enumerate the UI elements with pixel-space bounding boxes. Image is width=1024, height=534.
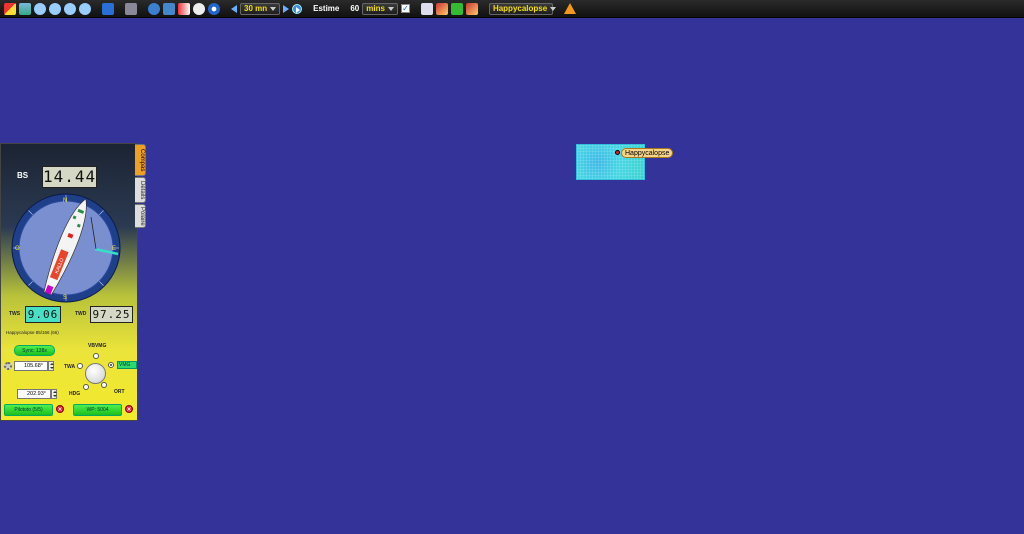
mode-knob[interactable] [85,363,106,384]
vmg-label: VMG [117,361,137,369]
compass-letter-e: E [112,246,116,252]
compass-letter-n: N [63,198,67,204]
pencil-icon[interactable] [435,2,448,15]
warning-icon[interactable] [563,3,576,14]
zoom-in-icon[interactable] [34,2,46,15]
twa-radio[interactable] [77,363,83,369]
vbvmg-label: VBVMG [88,343,107,349]
tws-label: TWS [9,311,21,317]
twd-display: 97.25 [90,306,133,323]
wrench-icon[interactable] [125,2,137,15]
vmg-radio[interactable] [108,362,114,368]
vbvmg-radio[interactable] [93,353,99,359]
estime-value[interactable]: 60 [350,4,359,13]
step-back-icon[interactable] [231,4,237,13]
compass-letter-s: S [63,295,67,301]
tab-compas[interactable]: Compas [135,144,146,176]
play-icon[interactable] [292,3,303,14]
chevron-down-icon [270,6,277,11]
twa-input[interactable]: 105.68° [14,361,48,371]
zoom-reset-icon[interactable] [79,2,91,15]
map-icon[interactable] [19,2,31,15]
twd-label: TWD [75,311,87,317]
ort-radio[interactable] [101,382,107,388]
ball-icon[interactable] [193,2,205,15]
boat-flag-icon[interactable] [4,2,16,15]
mail-icon[interactable] [420,2,433,15]
sync-button[interactable]: Sync: 138s [14,345,55,356]
wind-flag-icon[interactable] [178,2,190,15]
interval-select[interactable]: 30 mn [240,2,281,15]
twa-label: TWA [64,364,76,370]
pilototo-button[interactable]: Pilototo (5/5) [4,404,53,416]
panel-tabs: Compas Détails Polaire [135,144,146,229]
ruler-icon[interactable] [163,2,175,15]
boat-select[interactable]: Happycalopse [488,2,557,15]
zoom-out-icon[interactable] [49,2,61,15]
globe-icon[interactable] [148,2,160,15]
boat-info-text: Happycalopse 85/166 (66) [6,330,59,335]
gear-icon[interactable] [4,362,12,370]
hdg-spinner[interactable] [51,389,57,399]
pilototo-close-icon[interactable]: × [56,405,64,413]
boat-position-marker[interactable] [615,150,620,155]
boat-map-label[interactable]: Happycalopse [621,148,674,158]
estime-unit-select[interactable]: mins [362,2,398,15]
waypoint-button[interactable]: WP: 5004 [73,404,122,416]
estime-checkbox[interactable]: ✓ [400,4,410,13]
chart-icon[interactable] [450,2,463,15]
compass-dial[interactable]: O E S N KALLO [11,193,121,303]
estime-label: Estime [313,4,340,13]
ort-label: ORT [114,389,125,395]
hdg-label: HDG [69,391,81,397]
chevron-down-icon [387,6,394,11]
compass-letter-w: O [15,246,20,252]
main-toolbar: 30 mn Estime 60 mins ✓ Happycalopse [0,0,1024,18]
zoom-fit-icon[interactable] [64,2,76,15]
bs-label: BS [17,171,29,180]
tab-details[interactable]: Détails [135,177,146,203]
bs-display: 14.44 [42,166,97,188]
layers-icon[interactable] [102,2,114,15]
hdg-radio[interactable] [83,384,89,390]
tws-display: 9.06 [25,306,61,323]
edit-icon[interactable] [465,2,478,15]
step-forward-icon[interactable] [283,4,290,13]
tab-polaire[interactable]: Polaire [135,204,146,228]
waypoint-close-icon[interactable]: × [125,405,133,413]
twa-spinner[interactable] [48,361,54,371]
chevron-down-icon [550,6,557,11]
target-icon[interactable] [208,2,220,15]
hdg-input[interactable]: 202.93° [17,389,51,399]
